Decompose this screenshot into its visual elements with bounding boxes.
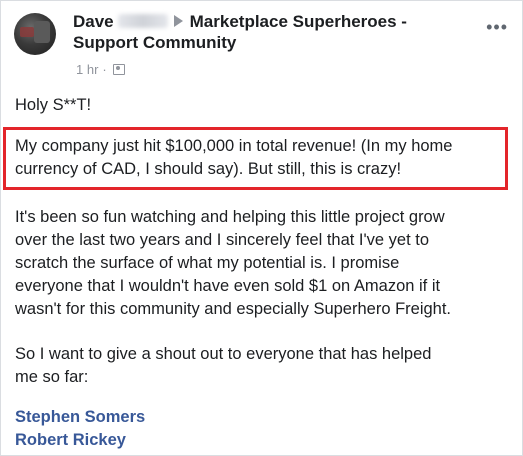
mention-link[interactable]: Stephen Somers xyxy=(15,408,145,426)
text-line: me so far: xyxy=(15,368,89,386)
post-text-p1: Holy S**T! xyxy=(15,96,92,114)
group-name-line2[interactable]: Support Community xyxy=(73,33,236,52)
group-name-line1[interactable]: Marketplace Superheroes - xyxy=(190,12,407,31)
text-line: currency of CAD, I should say). But stil… xyxy=(15,160,402,178)
more-options-icon[interactable]: ••• xyxy=(486,17,508,38)
text-line: My company just hit $100,000 in total re… xyxy=(15,137,453,155)
avatar-detail xyxy=(34,21,50,43)
text-line: So I want to give a shout out to everyon… xyxy=(15,345,432,363)
text-line: It's been so fun watching and helping th… xyxy=(15,208,445,226)
text-line: wasn't for this community and especially… xyxy=(15,300,452,318)
post-header: Dave Marketplace Superheroes - Support Co… xyxy=(73,11,473,53)
avatar-detail xyxy=(20,27,34,37)
text-line: over the last two years and I sincerely … xyxy=(15,231,430,249)
group-icon xyxy=(112,64,125,75)
arrow-right-icon xyxy=(173,15,183,27)
avatar[interactable] xyxy=(14,13,56,55)
text-line: scratch the surface of what my potential… xyxy=(15,254,400,272)
post-text-p2: My company just hit $100,000 in total re… xyxy=(15,135,515,181)
timestamp[interactable]: 1 hr xyxy=(76,62,98,77)
post-text-p3: It's been so fun watching and helping th… xyxy=(15,206,515,321)
author-name[interactable]: Dave xyxy=(73,12,114,31)
mention-link[interactable]: Robert Rickey xyxy=(15,431,126,449)
redacted-surname xyxy=(117,14,168,28)
post-card: Dave Marketplace Superheroes - Support Co… xyxy=(0,0,523,456)
text-line: everyone that I wouldn't have even sold … xyxy=(15,277,441,295)
post-text-p4: So I want to give a shout out to everyon… xyxy=(15,343,515,389)
mentions-list: Stephen Somers Robert Rickey xyxy=(15,406,515,452)
post-meta: 1 hr · xyxy=(76,62,125,77)
meta-separator: · xyxy=(102,62,107,77)
